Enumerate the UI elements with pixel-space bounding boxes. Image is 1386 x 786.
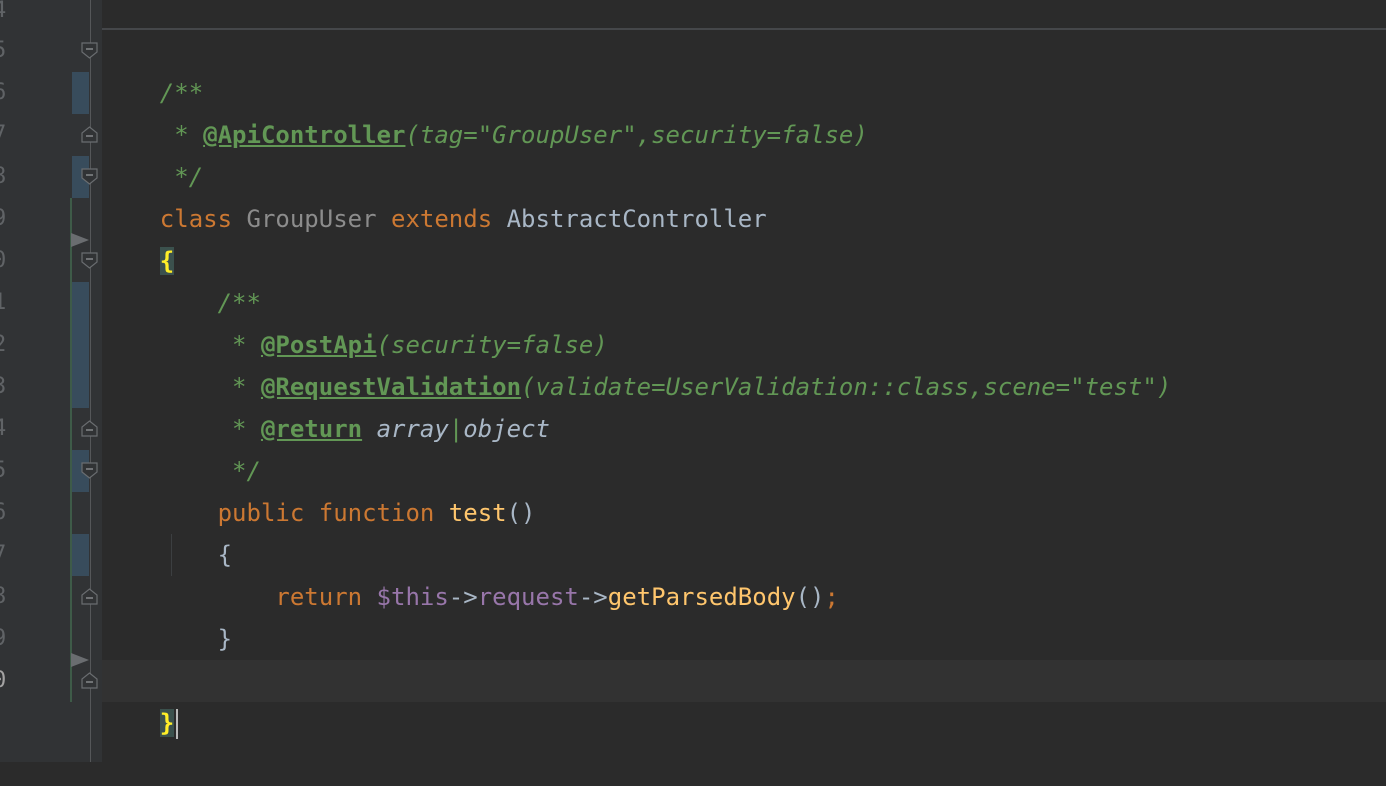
- parent-class-name[interactable]: AbstractController: [507, 205, 767, 233]
- current-line-highlight: [102, 660, 1386, 702]
- annotation-args: (validate=UserValidation::class,scene="t…: [521, 373, 1172, 401]
- keyword: function: [318, 499, 435, 527]
- keyword: extends: [391, 205, 493, 233]
- code-line[interactable]: * @ApiController(tag="GroupUser",securit…: [102, 72, 868, 149]
- parens: (): [795, 583, 825, 611]
- type-separator: |: [448, 415, 464, 443]
- brace: }: [217, 625, 233, 653]
- code-line[interactable]: /**: [102, 240, 261, 317]
- line-number: 9: [0, 198, 23, 240]
- added-lines-marker[interactable]: [70, 198, 72, 702]
- function-name[interactable]: test: [449, 499, 507, 527]
- code-line[interactable]: */: [102, 408, 261, 485]
- line-number: 8: [0, 576, 23, 618]
- line-number: 6: [0, 72, 23, 114]
- arrow-operator: ->: [448, 583, 478, 611]
- annotation-args: (tag="GroupUser",security=false): [405, 121, 868, 149]
- editor-gutter[interactable]: 4 5 6 7 8 9 0 1 2 3 4 5 6 7 8 9 0: [0, 0, 102, 762]
- change-marker[interactable]: [72, 534, 89, 576]
- gutter-divider: [90, 0, 91, 762]
- line-number: 7: [0, 534, 23, 576]
- line-number: 9: [0, 618, 23, 660]
- return-tag[interactable]: @return: [261, 415, 362, 443]
- code-line[interactable]: * @RequestValidation(validate=UserValida…: [102, 324, 1171, 401]
- line-number: 8: [0, 156, 23, 198]
- line-number: 1: [0, 282, 23, 324]
- property-name[interactable]: request: [478, 583, 579, 611]
- line-number: 0: [0, 240, 23, 282]
- fold-end-icon[interactable]: [81, 588, 98, 605]
- line-number: 4: [0, 408, 23, 450]
- breakpoint-arrow-icon[interactable]: [71, 653, 89, 667]
- return-type: object: [463, 415, 550, 443]
- fold-start-icon[interactable]: [81, 462, 98, 479]
- fold-end-icon[interactable]: [81, 672, 98, 689]
- code-line[interactable]: class GroupUser extends AbstractControll…: [102, 156, 767, 233]
- code-line[interactable]: /**: [102, 30, 203, 107]
- code-line[interactable]: {: [102, 492, 232, 569]
- arrow-operator: ->: [578, 583, 608, 611]
- matched-brace: }: [159, 709, 175, 737]
- line-number: 4: [0, 0, 23, 32]
- line-number: 7: [0, 114, 23, 156]
- code-line[interactable]: {: [102, 198, 175, 275]
- fold-start-icon[interactable]: [81, 168, 98, 185]
- semicolon: ;: [824, 583, 839, 611]
- return-type: array: [376, 415, 449, 443]
- code-line[interactable]: */: [102, 114, 203, 191]
- text-caret: [176, 709, 179, 739]
- change-marker[interactable]: [72, 282, 89, 408]
- keyword: return: [275, 583, 363, 611]
- line-number: 6: [0, 492, 23, 534]
- code-line[interactable]: }: [102, 576, 232, 653]
- parens: (): [506, 499, 536, 527]
- code-editor[interactable]: 4 5 6 7 8 9 0 1 2 3 4 5 6 7 8 9 0: [0, 0, 1386, 762]
- line-number: 2: [0, 324, 23, 366]
- fold-end-icon[interactable]: [81, 126, 98, 143]
- change-marker[interactable]: [72, 72, 89, 114]
- fold-start-icon[interactable]: [81, 42, 98, 59]
- fold-end-icon[interactable]: [81, 420, 98, 437]
- line-number: 5: [0, 30, 23, 72]
- code-line[interactable]: * @return array|object: [102, 366, 550, 443]
- breakpoint-arrow-icon[interactable]: [71, 233, 89, 247]
- method-name[interactable]: getParsedBody: [608, 583, 796, 611]
- fold-start-icon[interactable]: [81, 252, 98, 269]
- code-line[interactable]: public function test(): [102, 450, 536, 527]
- code-line[interactable]: * @PostApi(security=false): [102, 282, 608, 359]
- annotation-tag[interactable]: @ApiController: [203, 121, 405, 149]
- line-number: 5: [0, 450, 23, 492]
- method-separator: [102, 28, 1386, 30]
- this-variable[interactable]: $this: [377, 583, 449, 611]
- line-number: 3: [0, 366, 23, 408]
- line-number-current: 0: [0, 660, 23, 702]
- code-line[interactable]: return $this->request->getParsedBody();: [102, 534, 839, 611]
- class-name[interactable]: GroupUser: [247, 205, 377, 233]
- code-line[interactable]: }: [102, 660, 179, 739]
